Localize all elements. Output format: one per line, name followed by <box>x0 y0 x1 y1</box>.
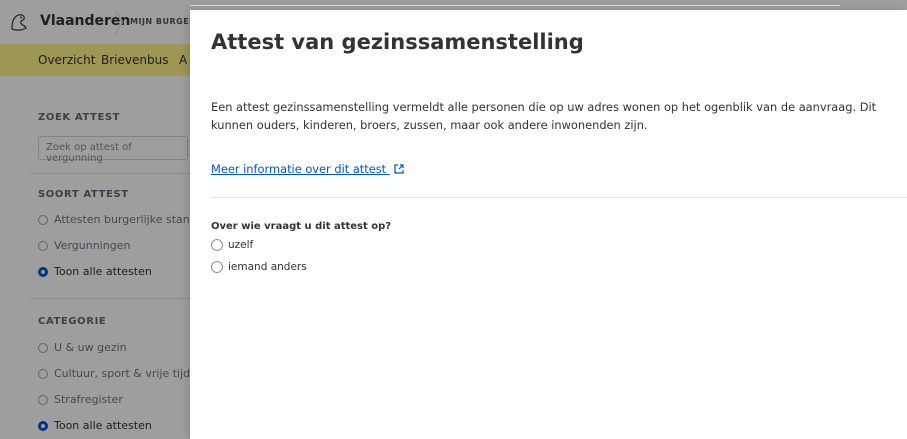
panel-title: Attest van gezinssamenstelling <box>211 30 584 54</box>
radio-icon[interactable] <box>211 239 223 251</box>
option-iemand-anders[interactable]: iemand anders <box>211 261 307 273</box>
background-top-line <box>190 5 840 6</box>
divider <box>211 197 907 198</box>
attest-description: Een attest gezinssamenstelling vermeldt … <box>211 100 877 132</box>
external-link-icon <box>394 164 404 174</box>
more-info-link-label: Meer informatie over dit attest <box>211 162 387 176</box>
radio-icon[interactable] <box>211 261 223 273</box>
more-info-link[interactable]: Meer informatie over dit attest <box>211 162 404 176</box>
attest-detail-panel: Attest van gezinssamenstelling Een attes… <box>190 10 907 439</box>
option-uzelf[interactable]: uzelf <box>211 239 253 251</box>
question-label: Over wie vraagt u dit attest op? <box>211 221 392 232</box>
